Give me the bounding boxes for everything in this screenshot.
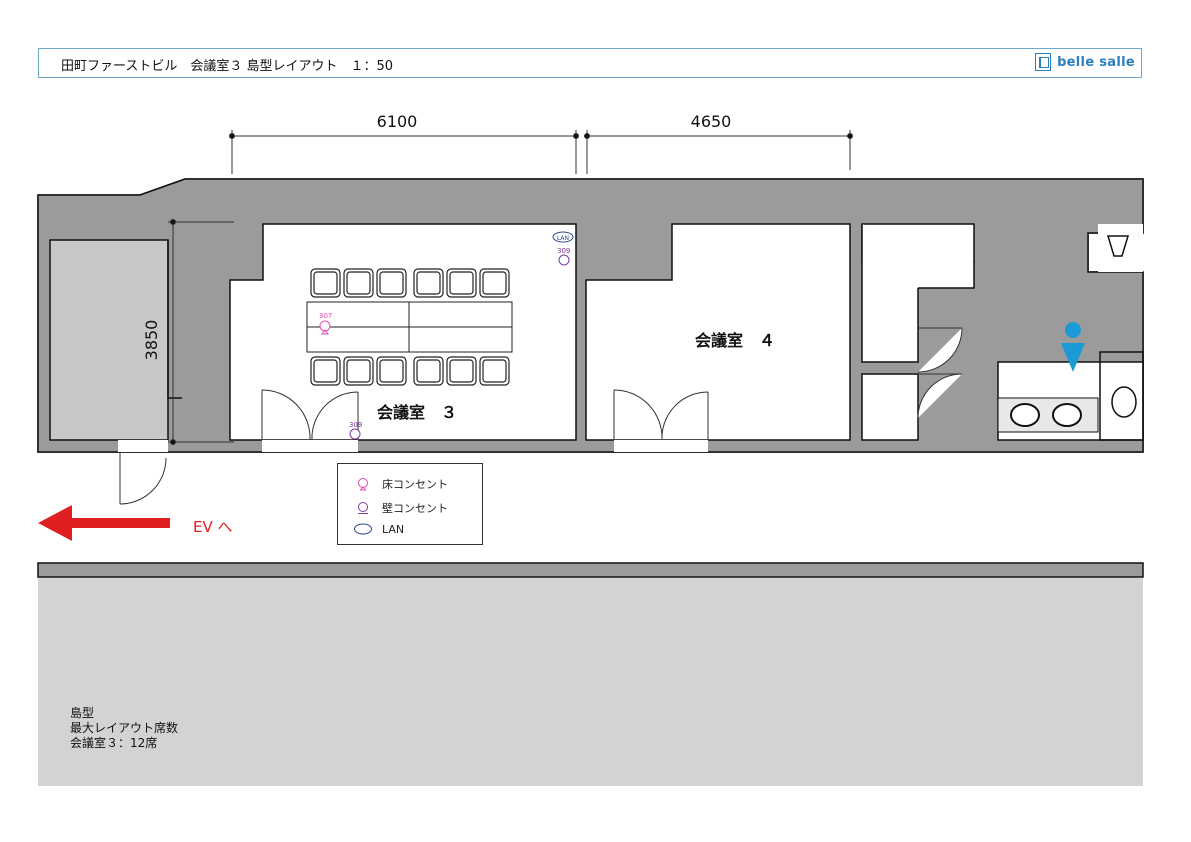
door-opening-core xyxy=(118,440,168,452)
legend-row-floor-outlet: 床コンセント xyxy=(354,476,448,492)
restroom-person-head-icon xyxy=(1065,322,1081,338)
floor-outlet-legend-icon xyxy=(358,478,368,491)
ev-direction-label: EV へ xyxy=(193,518,233,536)
sink-right xyxy=(1052,403,1082,427)
sink-left xyxy=(1010,403,1040,427)
legend-row-lan: LAN xyxy=(354,522,404,536)
dimension-width-a: 6100 xyxy=(377,112,418,131)
notes-line-2: 最大レイアウト席数 xyxy=(70,721,179,735)
legend-floor-outlet-label: 床コンセント xyxy=(382,478,448,491)
door-core xyxy=(119,452,167,505)
corridor-wall xyxy=(37,562,1144,578)
storage-room-lower xyxy=(861,373,919,441)
wall-outlet-number-top: 309 xyxy=(557,247,570,255)
floor-plan: 6100 4650 3850 307 309 LAN 309 会議室 ３ 会議室… xyxy=(37,112,1144,786)
legend-lan-label: LAN xyxy=(382,522,405,536)
notes-line-3: 会議室３：12席 xyxy=(70,736,158,750)
door-openings xyxy=(262,440,358,452)
table-island xyxy=(306,301,513,353)
wall-outlet-number-bottom: 309 xyxy=(349,421,362,429)
legend-box: 床コンセント 壁コンセント LAN xyxy=(337,463,483,545)
legend-row-wall-outlet: 壁コンセント xyxy=(354,500,448,516)
dimension-width-b: 4650 xyxy=(691,112,732,131)
ev-arrow-icon xyxy=(38,505,170,541)
dimension-height: 3850 xyxy=(142,320,161,361)
room3-label: 会議室 ３ xyxy=(377,403,457,422)
wall-outlet-icon-top xyxy=(558,254,570,266)
floor-outlet-number: 307 xyxy=(319,312,332,320)
lan-outlet-label: LAN xyxy=(557,235,569,242)
door-openings xyxy=(614,440,708,452)
lan-legend-icon xyxy=(354,523,372,535)
notes-line-1: 島型 xyxy=(70,706,95,720)
wall-outlet-icon-bottom xyxy=(349,428,361,440)
room4-label: 会議室 ４ xyxy=(695,331,775,350)
legend-wall-outlet-label: 壁コンセント xyxy=(382,502,448,515)
layout-notes: 島型 最大レイアウト席数 会議室３：12席 xyxy=(70,706,178,751)
wall-outlet-legend-icon xyxy=(358,502,368,514)
corridor-area xyxy=(38,578,1143,786)
toilet-icon xyxy=(1111,386,1137,418)
